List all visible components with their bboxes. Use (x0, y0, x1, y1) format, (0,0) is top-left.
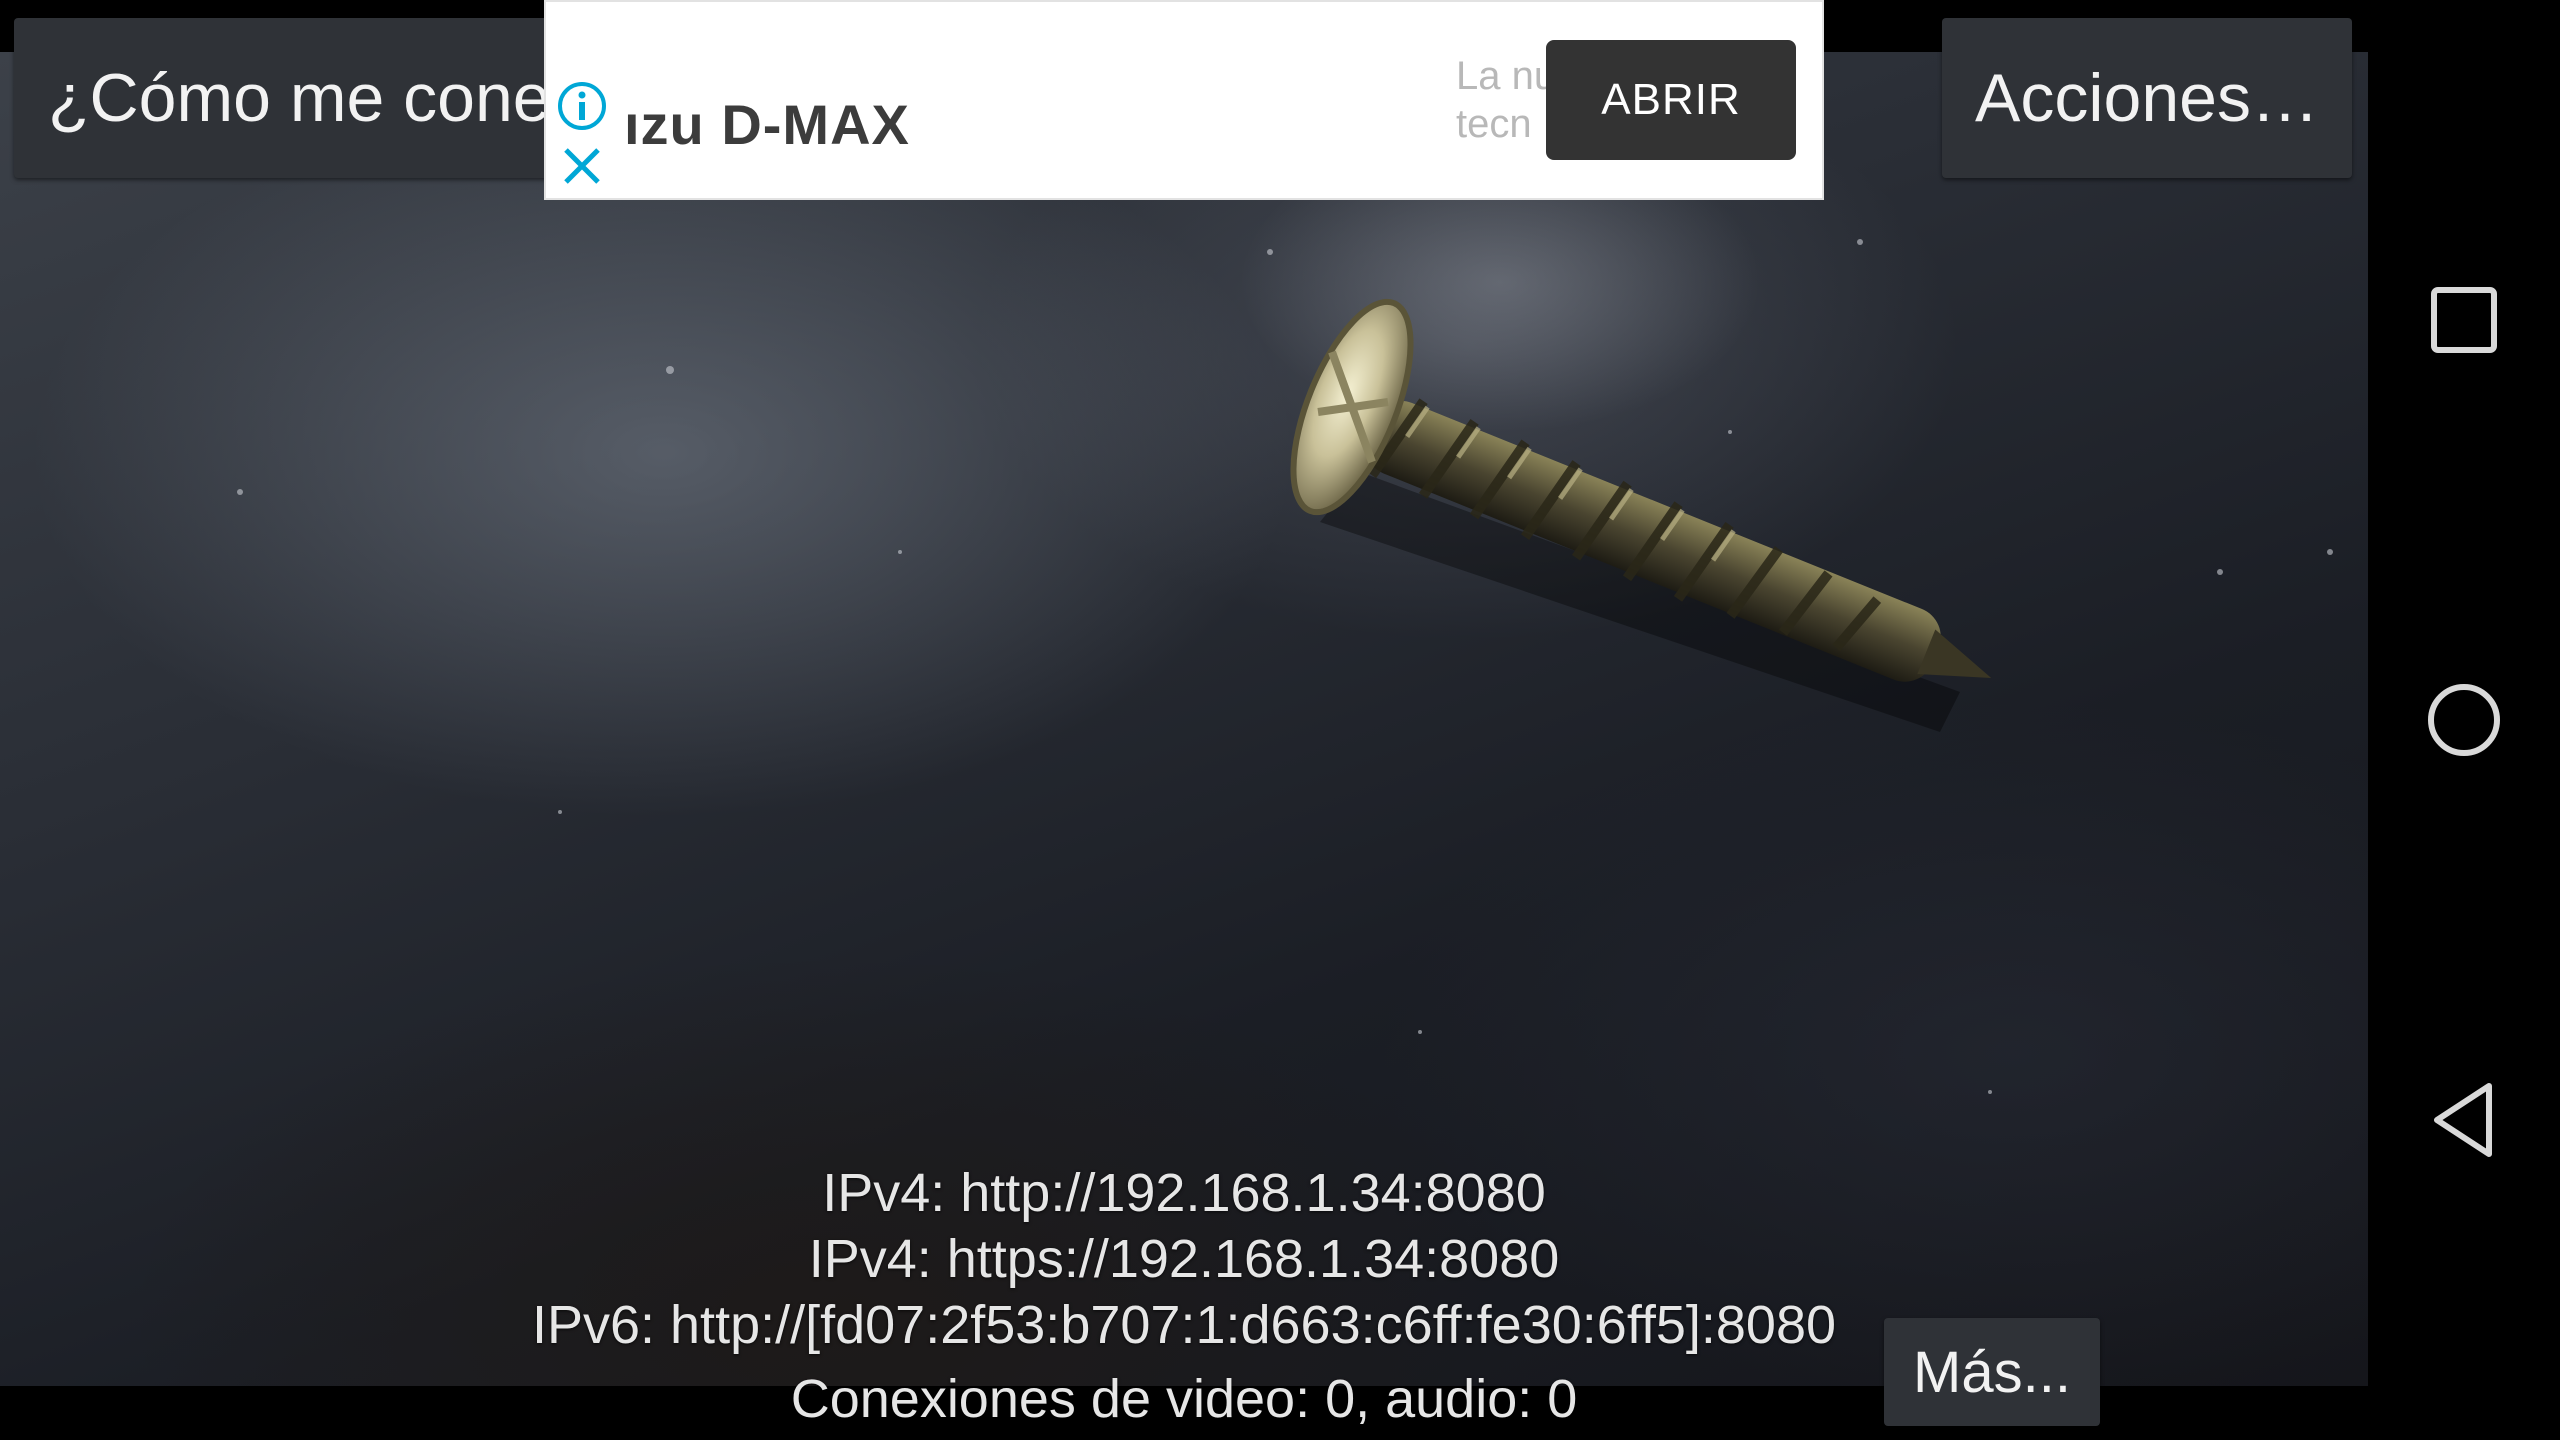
actions-label: Acciones… (1975, 60, 2319, 136)
more-button[interactable]: Más... (1884, 1318, 2100, 1426)
ad-banner[interactable]: ızu D-MAX La nu tecn ABRIR (544, 0, 1824, 200)
home-button[interactable] (2414, 670, 2514, 770)
more-label: Más... (1913, 1339, 2071, 1405)
actions-button[interactable]: Acciones… (1942, 18, 2352, 178)
how-to-connect-button[interactable]: ¿Cómo me cone (14, 18, 574, 178)
info-icon[interactable] (556, 80, 608, 132)
back-button[interactable] (2414, 1070, 2514, 1170)
triangle-back-icon (2434, 1083, 2492, 1157)
ipv4-https-address: IPv4: https://192.168.1.34:8080 (808, 1229, 1560, 1289)
ad-open-button[interactable]: ABRIR (1546, 40, 1796, 160)
ad-headline[interactable]: ızu D-MAX (624, 92, 910, 157)
square-recents-icon (2431, 287, 2497, 353)
close-icon[interactable] (560, 144, 604, 188)
ipv4-http-address: IPv4: http://192.168.1.34:8080 (822, 1163, 1546, 1223)
navigation-bar (2368, 0, 2560, 1440)
screen: ¿Cómo me cone Acciones… ızu D-MAX La nu … (0, 0, 2560, 1440)
circle-home-icon (2428, 684, 2500, 756)
recents-button[interactable] (2414, 270, 2514, 370)
how-to-connect-label: ¿Cómo me cone (48, 60, 551, 136)
ad-open-label: ABRIR (1601, 75, 1741, 124)
